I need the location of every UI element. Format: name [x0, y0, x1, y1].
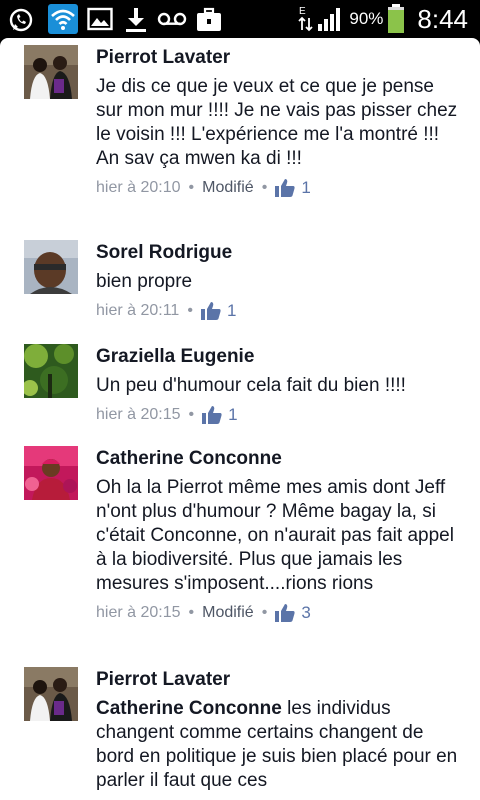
signal-icon [318, 8, 341, 31]
comment-text: Un peu d'humour cela fait du bien !!!! [96, 375, 406, 396]
comment-author[interactable]: Graziella Eugenie [96, 344, 460, 370]
comment-time[interactable]: hier à 20:15 [96, 602, 181, 624]
like-count[interactable]: 1 [200, 300, 237, 322]
like-count[interactable]: 1 [275, 177, 311, 199]
mention-link[interactable]: Catherine Conconne [96, 698, 282, 719]
thumbs-up-icon [200, 302, 221, 320]
thumbs-up-icon [202, 406, 222, 424]
comment-text: Catherine Conconne les individus changen… [96, 697, 460, 793]
comment-time[interactable]: hier à 20:10 [96, 177, 181, 199]
comment-author[interactable]: Sorel Rodrigue [96, 240, 460, 266]
comments-panel[interactable]: Pierrot Lavater Je dis ce que je veux et… [0, 38, 480, 800]
download-icon [126, 8, 146, 32]
separator: • [188, 604, 195, 621]
wifi-icon [48, 4, 78, 34]
battery-icon [388, 4, 405, 33]
comment-meta: hier à 20:10 • Modifié • 1 [96, 177, 460, 199]
comment-text: bien propre [96, 271, 193, 292]
like-number: 1 [228, 405, 238, 424]
edited-label[interactable]: Modifié [202, 177, 254, 199]
separator: • [188, 179, 195, 196]
comment-meta: hier à 20:15 • 1 [96, 404, 460, 426]
comment-meta: hier à 20:11 • 1 [96, 300, 460, 322]
avatar[interactable] [24, 667, 78, 721]
comment-author[interactable]: Pierrot Lavater [96, 45, 460, 71]
comment-text: Je dis ce que je veux et ce que je pense… [96, 76, 458, 169]
separator: • [187, 302, 193, 319]
comment-text: Oh la la Pierrot même mes amis dont Jeff… [96, 477, 454, 594]
briefcase-icon [197, 7, 221, 31]
like-number: 1 [301, 178, 311, 197]
like-count[interactable]: 1 [202, 404, 238, 426]
avatar[interactable] [24, 45, 78, 99]
avatar[interactable] [24, 446, 78, 500]
thumbs-up-icon [275, 604, 295, 622]
whatsapp-icon [9, 8, 33, 32]
data-icon: E [298, 6, 313, 32]
avatar[interactable] [24, 344, 78, 398]
status-bar: E 90% 8:44 [0, 0, 480, 38]
like-number: 1 [226, 301, 237, 320]
comment-time[interactable]: hier à 20:11 [96, 300, 179, 322]
edited-label[interactable]: Modifié [202, 602, 254, 624]
avatar[interactable] [24, 240, 78, 294]
comment-time[interactable]: hier à 20:15 [96, 404, 181, 426]
like-count[interactable]: 3 [275, 602, 311, 624]
comment-author[interactable]: Catherine Conconne [96, 446, 460, 472]
separator: • [261, 179, 268, 196]
comment-author[interactable]: Pierrot Lavater [96, 667, 460, 693]
comment-meta: hier à 20:15 • Modifié • 3 [96, 602, 460, 624]
separator: • [188, 406, 195, 423]
svg-text:E: E [299, 6, 306, 17]
battery-percent: 90% [349, 9, 384, 28]
voicemail-icon [157, 12, 187, 26]
clock: 8:44 [417, 3, 468, 34]
image-icon [87, 7, 113, 31]
like-number: 3 [301, 603, 311, 622]
separator: • [261, 604, 268, 621]
thumbs-up-icon [275, 179, 295, 197]
